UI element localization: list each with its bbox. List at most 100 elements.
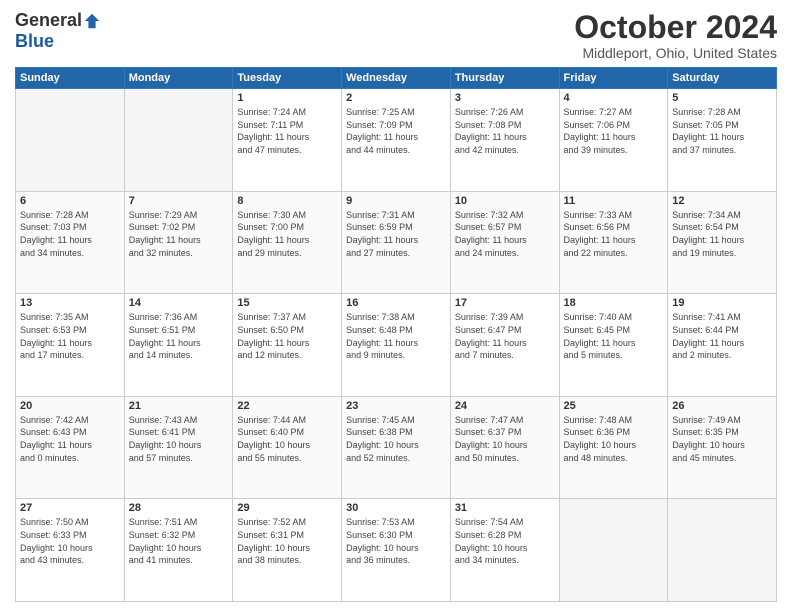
day-number-4: 4 [564, 92, 664, 104]
calendar-table: Sunday Monday Tuesday Wednesday Thursday… [15, 67, 777, 602]
calendar-cell-w4-d6: 25 Sunrise: 7:48 AM Sunset: 6:36 PM Dayli… [559, 396, 668, 499]
calendar-cell-w3-d6: 18 Sunrise: 7:40 AM Sunset: 6:45 PM Dayli… [559, 294, 668, 397]
calendar-cell-w4-d4: 23Sunrise: 7:45 AM Sunset: 6:38 PM Dayli… [342, 396, 451, 499]
day-number-15: 15 [237, 297, 337, 309]
calendar-cell-w3-d2: 14Sunrise: 7:36 AM Sunset: 6:51 PM Dayli… [124, 294, 233, 397]
calendar-cell-w2-d3: 8 Sunrise: 7:30 AM Sunset: 7:00 PM Daylig… [233, 191, 342, 294]
day-info-12: Sunrise: 7:34 AM Sunset: 6:54 PM Dayligh… [672, 209, 772, 259]
day-info-8: Sunrise: 7:30 AM Sunset: 7:00 PM Dayligh… [237, 209, 337, 259]
page: General Blue October 2024 Middleport, Oh… [0, 0, 792, 612]
day-number-18: 18 [564, 297, 664, 309]
day-number-30: 30 [346, 502, 446, 514]
calendar-cell-w1-d2 [124, 89, 233, 192]
day-info-6: Sunrise: 7:28 AM Sunset: 7:03 PM Dayligh… [20, 209, 120, 259]
week-row-5: 27 Sunrise: 7:50 AM Sunset: 6:33 PM Dayli… [16, 499, 777, 602]
day-info-4: Sunrise: 7:27 AM Sunset: 7:06 PM Dayligh… [564, 106, 664, 156]
calendar-cell-w2-d2: 7 Sunrise: 7:29 AM Sunset: 7:02 PM Daylig… [124, 191, 233, 294]
day-info-25: Sunrise: 7:48 AM Sunset: 6:36 PM Dayligh… [564, 414, 664, 464]
week-row-1: 1Sunrise: 7:24 AM Sunset: 7:11 PM Daylig… [16, 89, 777, 192]
day-info-3: Sunrise: 7:26 AM Sunset: 7:08 PM Dayligh… [455, 106, 555, 156]
calendar-cell-w1-d1 [16, 89, 125, 192]
day-number-11: 11 [564, 195, 664, 207]
day-info-28: Sunrise: 7:51 AM Sunset: 6:32 PM Dayligh… [129, 516, 229, 566]
calendar-cell-w1-d7: 5 Sunrise: 7:28 AM Sunset: 7:05 PM Daylig… [668, 89, 777, 192]
day-number-20: 20 [20, 400, 120, 412]
day-info-27: Sunrise: 7:50 AM Sunset: 6:33 PM Dayligh… [20, 516, 120, 566]
calendar-cell-w4-d1: 20Sunrise: 7:42 AM Sunset: 6:43 PM Dayli… [16, 396, 125, 499]
header-friday: Friday [559, 68, 668, 89]
calendar-cell-w4-d5: 24 Sunrise: 7:47 AM Sunset: 6:37 PM Dayli… [450, 396, 559, 499]
calendar-cell-w5-d3: 29 Sunrise: 7:52 AM Sunset: 6:31 PM Dayli… [233, 499, 342, 602]
day-number-7: 7 [129, 195, 229, 207]
day-number-21: 21 [129, 400, 229, 412]
day-number-26: 26 [672, 400, 772, 412]
calendar-cell-w1-d3: 1Sunrise: 7:24 AM Sunset: 7:11 PM Daylig… [233, 89, 342, 192]
day-number-9: 9 [346, 195, 446, 207]
calendar-cell-w1-d5: 3 Sunrise: 7:26 AM Sunset: 7:08 PM Daylig… [450, 89, 559, 192]
day-info-14: Sunrise: 7:36 AM Sunset: 6:51 PM Dayligh… [129, 311, 229, 361]
day-info-19: Sunrise: 7:41 AM Sunset: 6:44 PM Dayligh… [672, 311, 772, 361]
day-info-7: Sunrise: 7:29 AM Sunset: 7:02 PM Dayligh… [129, 209, 229, 259]
day-number-31: 31 [455, 502, 555, 514]
weekday-header-row: Sunday Monday Tuesday Wednesday Thursday… [16, 68, 777, 89]
calendar-cell-w1-d4: 2Sunrise: 7:25 AM Sunset: 7:09 PM Daylig… [342, 89, 451, 192]
day-number-6: 6 [20, 195, 120, 207]
day-info-31: Sunrise: 7:54 AM Sunset: 6:28 PM Dayligh… [455, 516, 555, 566]
day-number-12: 12 [672, 195, 772, 207]
day-number-3: 3 [455, 92, 555, 104]
logo: General Blue [15, 10, 101, 52]
calendar-cell-w2-d4: 9 Sunrise: 7:31 AM Sunset: 6:59 PM Daylig… [342, 191, 451, 294]
calendar-cell-w5-d7 [668, 499, 777, 602]
day-number-25: 25 [564, 400, 664, 412]
day-number-10: 10 [455, 195, 555, 207]
week-row-2: 6 Sunrise: 7:28 AM Sunset: 7:03 PM Daylig… [16, 191, 777, 294]
calendar-cell-w3-d3: 15 Sunrise: 7:37 AM Sunset: 6:50 PM Dayli… [233, 294, 342, 397]
logo-icon [83, 12, 101, 30]
header-tuesday: Tuesday [233, 68, 342, 89]
day-number-29: 29 [237, 502, 337, 514]
calendar-cell-w2-d1: 6 Sunrise: 7:28 AM Sunset: 7:03 PM Daylig… [16, 191, 125, 294]
day-info-5: Sunrise: 7:28 AM Sunset: 7:05 PM Dayligh… [672, 106, 772, 156]
calendar-cell-w2-d5: 10 Sunrise: 7:32 AM Sunset: 6:57 PM Dayli… [450, 191, 559, 294]
header-wednesday: Wednesday [342, 68, 451, 89]
month-title: October 2024 [574, 10, 777, 45]
day-info-9: Sunrise: 7:31 AM Sunset: 6:59 PM Dayligh… [346, 209, 446, 259]
day-number-22: 22 [237, 400, 337, 412]
header-sunday: Sunday [16, 68, 125, 89]
day-info-29: Sunrise: 7:52 AM Sunset: 6:31 PM Dayligh… [237, 516, 337, 566]
header-thursday: Thursday [450, 68, 559, 89]
calendar-cell-w5-d1: 27 Sunrise: 7:50 AM Sunset: 6:33 PM Dayli… [16, 499, 125, 602]
calendar-cell-w4-d7: 26 Sunrise: 7:49 AM Sunset: 6:35 PM Dayli… [668, 396, 777, 499]
day-info-24: Sunrise: 7:47 AM Sunset: 6:37 PM Dayligh… [455, 414, 555, 464]
calendar-cell-w3-d1: 13Sunrise: 7:35 AM Sunset: 6:53 PM Dayli… [16, 294, 125, 397]
calendar-cell-w5-d4: 30 Sunrise: 7:53 AM Sunset: 6:30 PM Dayli… [342, 499, 451, 602]
day-info-21: Sunrise: 7:43 AM Sunset: 6:41 PM Dayligh… [129, 414, 229, 464]
day-info-26: Sunrise: 7:49 AM Sunset: 6:35 PM Dayligh… [672, 414, 772, 464]
day-info-18: Sunrise: 7:40 AM Sunset: 6:45 PM Dayligh… [564, 311, 664, 361]
day-number-8: 8 [237, 195, 337, 207]
calendar-cell-w3-d4: 16Sunrise: 7:38 AM Sunset: 6:48 PM Dayli… [342, 294, 451, 397]
day-number-24: 24 [455, 400, 555, 412]
logo-blue-text: Blue [15, 31, 54, 51]
day-number-28: 28 [129, 502, 229, 514]
day-number-5: 5 [672, 92, 772, 104]
header-monday: Monday [124, 68, 233, 89]
title-block: October 2024 Middleport, Ohio, United St… [574, 10, 777, 61]
day-number-27: 27 [20, 502, 120, 514]
logo-general-text: General [15, 10, 82, 31]
week-row-3: 13Sunrise: 7:35 AM Sunset: 6:53 PM Dayli… [16, 294, 777, 397]
day-info-13: Sunrise: 7:35 AM Sunset: 6:53 PM Dayligh… [20, 311, 120, 361]
calendar-cell-w4-d3: 22 Sunrise: 7:44 AM Sunset: 6:40 PM Dayli… [233, 396, 342, 499]
day-info-11: Sunrise: 7:33 AM Sunset: 6:56 PM Dayligh… [564, 209, 664, 259]
day-info-22: Sunrise: 7:44 AM Sunset: 6:40 PM Dayligh… [237, 414, 337, 464]
day-info-30: Sunrise: 7:53 AM Sunset: 6:30 PM Dayligh… [346, 516, 446, 566]
location: Middleport, Ohio, United States [574, 45, 777, 61]
day-info-15: Sunrise: 7:37 AM Sunset: 6:50 PM Dayligh… [237, 311, 337, 361]
day-info-17: Sunrise: 7:39 AM Sunset: 6:47 PM Dayligh… [455, 311, 555, 361]
calendar-cell-w5-d6 [559, 499, 668, 602]
day-number-19: 19 [672, 297, 772, 309]
calendar-cell-w1-d6: 4 Sunrise: 7:27 AM Sunset: 7:06 PM Daylig… [559, 89, 668, 192]
calendar-cell-w5-d2: 28 Sunrise: 7:51 AM Sunset: 6:32 PM Dayli… [124, 499, 233, 602]
day-info-10: Sunrise: 7:32 AM Sunset: 6:57 PM Dayligh… [455, 209, 555, 259]
day-info-16: Sunrise: 7:38 AM Sunset: 6:48 PM Dayligh… [346, 311, 446, 361]
